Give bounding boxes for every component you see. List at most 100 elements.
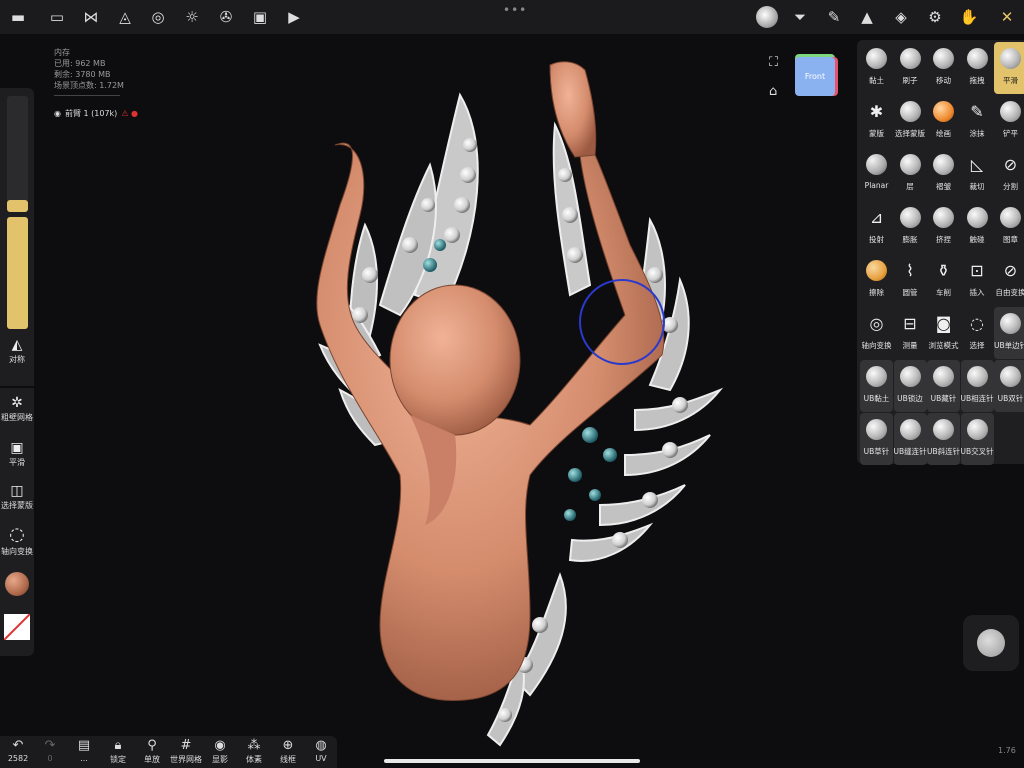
intensity-slider[interactable] [7,217,28,329]
tool-smudge[interactable]: ✎ 涂抹 [961,95,994,147]
tool-layer[interactable]: 层 [894,148,927,200]
tool-clay[interactable]: 黏土 [860,42,893,94]
shading-icon[interactable]: ◬ [115,7,135,27]
axis-transform-button[interactable]: ◌ 轴向变换 [0,524,34,557]
bottom-more-button[interactable]: ▤ ... [68,738,100,763]
tool-view-mode[interactable]: ◙ 浏览模式 [927,307,960,359]
tool-label: 车削 [936,288,951,297]
tool-label: 层 [906,182,914,191]
bottom-item-label: 世界网格 [170,755,202,764]
drag-handle-icon[interactable]: ••• [503,3,527,17]
tool-free-transform[interactable]: ⊘ 自由变换 [994,254,1024,306]
undo-button[interactable]: ↶ 2582 [2,738,34,763]
tool-mask[interactable]: ✱ 蒙版 [860,95,893,147]
tool-ub-lock-edge[interactable]: UB锁边 [893,360,927,412]
voxel-button[interactable]: ⁂ 体素 [238,738,270,765]
scene-tree-icon[interactable]: ⋈ [81,7,101,27]
home-indicator[interactable] [384,759,640,763]
collapse-icon[interactable]: ▬ [8,7,28,27]
tool-select-mask[interactable]: 选择蒙版 [894,95,927,147]
tool-paint[interactable]: 绘画 [927,95,960,147]
bottom-item-label: 线框 [280,755,296,764]
filter-icon[interactable]: ⏷ [790,7,810,27]
tool-project[interactable]: ⊿ 投射 [860,201,893,253]
aperture-icon[interactable]: ✇ [216,7,236,27]
wireframe-button[interactable]: ⊕ 线框 [272,738,304,765]
tool-stamp[interactable]: 图章 [994,201,1024,253]
view-cube-label: Front [804,72,826,81]
camera-icon[interactable]: ▶ [284,7,304,27]
eye-icon[interactable]: ◉ [54,109,61,118]
symmetry-button[interactable]: ◭ 对称 [0,336,34,365]
image-icon[interactable]: ▣ [250,7,270,27]
trim-icon: ◺ [970,155,984,174]
tool-label: UB黏土 [863,394,890,403]
tool-measure[interactable]: ⊟ 测量 [894,307,927,359]
tool-label: 挤捏 [936,235,951,244]
material-color-swatch[interactable] [5,572,29,596]
tool-label: 自由变换 [995,288,1024,297]
tool-triangle-icon[interactable]: ▲ [857,7,877,27]
tools-icon[interactable]: ✕ [997,7,1017,27]
tool-ub-seam-stitch[interactable]: UB缝连针 [893,413,927,465]
tool-lathe[interactable]: ⚱ 车削 [927,254,960,306]
tool-erase[interactable]: 擦除 [860,254,893,306]
tool-ub-hidden-stitch[interactable]: UB藏针 [927,360,960,412]
stroke-button[interactable] [963,615,1019,671]
view-cube[interactable]: Front [795,57,835,96]
tool-flatten[interactable]: 铲平 [994,95,1024,147]
brush-pen-icon[interactable]: ✎ [824,7,844,27]
tool-planar[interactable]: Planar [860,148,893,200]
tool-ub-double-stitch[interactable]: UB双针 [994,360,1024,412]
insert-icon: ⊡ [970,261,984,280]
tool-label: 选择 [969,341,985,350]
redo-button[interactable]: ↷ 0 [34,738,66,763]
tool-ub-linked-stitch[interactable]: UB相连针 [960,360,994,412]
tool-label: 擦除 [869,288,884,297]
tool-drag[interactable]: 拖拽 [961,42,994,94]
radius-slider[interactable] [7,96,28,212]
tool-brush[interactable]: 刷子 [894,42,927,94]
tool-tube[interactable]: ⌇ 圆管 [894,254,927,306]
tool-panel: 黏土 刷子 移动 拖拽 平滑 ✱ 蒙版 选择蒙版 绘画 ✎ 涂抹 铲平 Planar 层 褶皱 ◺ 裁切 ⊘ 分割 ⊿… [857,40,1024,465]
tool-split[interactable]: ⊘ 分割 [994,148,1024,200]
layers-icon[interactable]: ◈ [891,7,911,27]
sun-icon[interactable]: ☼ [182,7,202,27]
tool-pinch[interactable]: 挤捏 [927,201,960,253]
settings-icon[interactable]: ⚙ [925,7,945,27]
visibility-button[interactable]: ◉ 显影 [204,738,236,765]
tool-ub-grass-stitch[interactable]: UB草针 [860,413,893,465]
tool-ub-cross-stitch[interactable]: UB交叉针 [960,413,994,465]
tool-label: 投射 [869,235,884,244]
tool-crease[interactable]: 褶皱 [927,148,960,200]
fullscreen-icon[interactable]: ⛶ [769,55,778,70]
remesh-button[interactable]: ✲ 粗壁网格 [0,394,34,423]
tool-inflate[interactable]: 膨胀 [894,201,927,253]
uv-button[interactable]: ◍ UV [305,738,337,763]
matcap-icon[interactable] [756,6,778,28]
select-mask-button[interactable]: ◫ 选择蒙版 [0,482,34,511]
lock-button[interactable]: 🔒︎ 锁定 [102,738,134,765]
tool-insert[interactable]: ⊡ 插入 [961,254,994,306]
tool-tube-touch[interactable]: 触碰 [961,201,994,253]
tool-ub-single-stitch[interactable]: UB单边针 [994,307,1024,359]
viewport-3d-scene[interactable] [230,55,730,755]
tool-ub-slant-stitch[interactable]: UB斜连针 [927,413,960,465]
world-grid-button[interactable]: # 世界网格 [170,738,202,765]
home-icon[interactable]: ⌂ [769,84,777,99]
folder-icon[interactable]: ▭ [47,7,67,27]
tool-smooth[interactable]: 平滑 [994,42,1024,94]
active-object-row[interactable]: ◉ 前臂 1 (107k) ⚠ ● [54,108,138,119]
tool-move[interactable]: 移动 [927,42,960,94]
gesture-icon[interactable]: ✋ [959,7,979,27]
tool-ub-clay[interactable]: UB黏土 [860,360,893,412]
no-texture-swatch[interactable] [4,614,30,640]
bottom-item-label: 单放 [144,755,160,764]
tool-axis-transform[interactable]: ◎ 轴向变换 [860,307,893,359]
ub-single-stitch-icon [1000,313,1021,334]
globe-icon[interactable]: ◎ [148,7,168,27]
isolate-button[interactable]: ⚲ 单放 [136,738,168,765]
tool-trim[interactable]: ◺ 裁切 [961,148,994,200]
smooth-button[interactable]: ▣ 平滑 [0,439,34,468]
tool-select[interactable]: ◌ 选择 [961,307,994,359]
